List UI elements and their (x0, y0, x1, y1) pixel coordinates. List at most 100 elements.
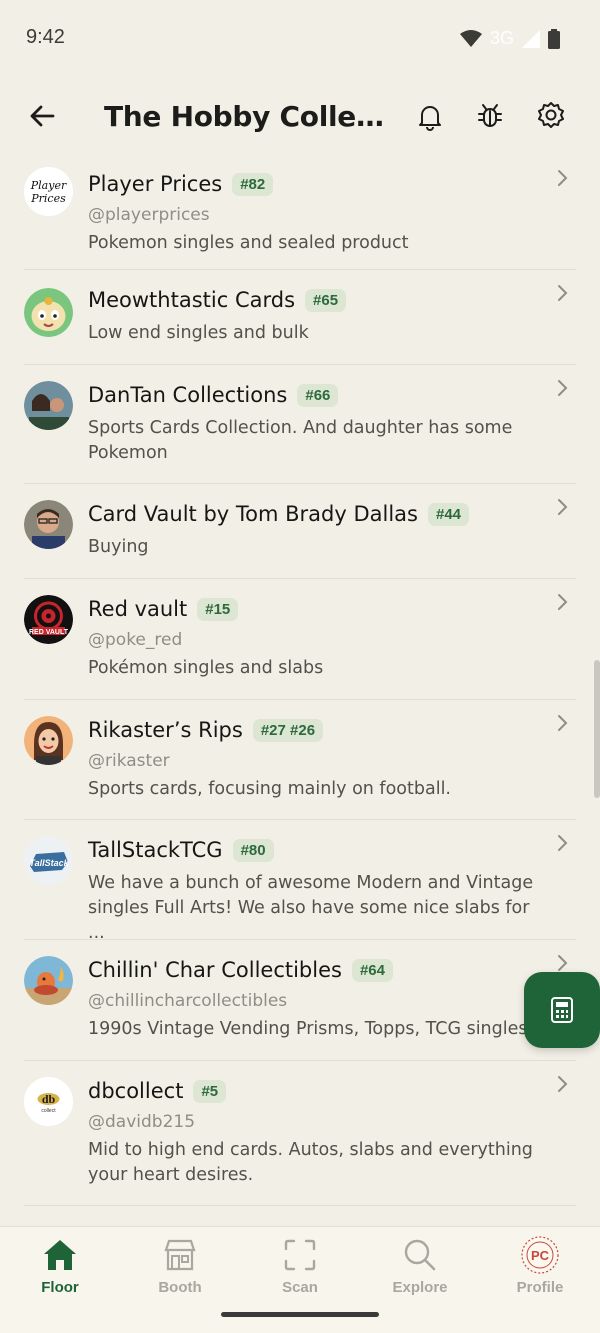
item-handle: @playerprices (88, 205, 210, 225)
list-item[interactable]: DanTan Collections #66 Sports Cards Colle… (24, 365, 576, 484)
booth-badge: #82 (232, 172, 274, 196)
meowth-avatar (24, 288, 73, 337)
booth-badge: #27 #26 (252, 718, 324, 742)
bell-icon (419, 106, 441, 131)
nav-scan[interactable]: Scan (240, 1235, 360, 1305)
list-item[interactable]: Player Prices Player Prices #82 @playerpri… (24, 156, 576, 270)
booth-badge: #15 (197, 597, 239, 621)
scan-icon (284, 1239, 316, 1271)
svg-text:TallStack: TallStack (29, 858, 69, 868)
item-name: Red vault (88, 597, 188, 621)
item-name: DanTan Collections (88, 383, 288, 407)
item-name: Card Vault by Tom Brady Dallas (88, 502, 418, 526)
calculator-icon (551, 997, 573, 1023)
svg-text:Player: Player (30, 179, 67, 192)
item-description: Mid to high end cards. Autos, slabs and … (88, 1140, 533, 1185)
list-item[interactable]: Card Vault by Tom Brady Dallas #44 Buying (24, 484, 576, 579)
booth-badge: #80 (232, 838, 274, 862)
tallstack-avatar: TallStack (24, 836, 73, 885)
battery-icon (548, 28, 560, 49)
notifications-button[interactable] (412, 98, 448, 134)
chevron-right-icon (558, 285, 568, 301)
chevron-right-icon (558, 1076, 568, 1092)
nav-booth[interactable]: Booth (120, 1235, 240, 1305)
item-name: Player Prices (88, 172, 223, 196)
settings-button[interactable] (533, 98, 569, 134)
store-icon (164, 1239, 196, 1271)
card-vault-avatar (24, 500, 73, 549)
svg-text:RED VAULT: RED VAULT (29, 629, 69, 636)
app-bar: The Hobby Collector... (0, 86, 600, 148)
bug-icon (478, 104, 502, 127)
list-item[interactable]: Meowthtastic Cards #65 Low end singles an… (24, 270, 576, 365)
item-handle: @davidb215 (88, 1112, 196, 1132)
chevron-right-icon (558, 499, 568, 515)
list-item[interactable]: Chillin' Char Collectibles #64 @chillinch… (24, 940, 576, 1061)
charmander-avatar (24, 956, 73, 1005)
chevron-right-icon (558, 955, 568, 971)
item-handle: @rikaster (88, 751, 170, 771)
signal-icon (522, 29, 540, 48)
dbcollect-avatar: db collect (24, 1077, 73, 1126)
page-title: The Hobby Collector... (104, 100, 400, 133)
nav-explore[interactable]: Explore (360, 1235, 480, 1305)
player-prices-avatar: Player Prices (24, 167, 73, 216)
svg-text:Prices: Prices (30, 192, 66, 205)
item-description: Pokemon singles and sealed product (88, 233, 409, 253)
home-icon (44, 1240, 76, 1270)
list-item[interactable]: RED VAULT Red vault #15 @poke_red Pokémon… (24, 579, 576, 700)
gear-icon (538, 102, 564, 128)
nav-label: Scan (282, 1279, 318, 1296)
item-name: Chillin' Char Collectibles (88, 958, 342, 982)
item-description: 1990s Vintage Vending Prisms, Topps, TCG… (88, 1019, 528, 1039)
item-description: Sports cards, focusing mainly on footbal… (88, 779, 451, 799)
scrollbar[interactable] (594, 660, 600, 798)
booth-badge: #66 (297, 383, 339, 407)
item-name: Meowthtastic Cards (88, 288, 296, 312)
wifi-icon (459, 29, 482, 47)
nav-floor[interactable]: Floor (0, 1235, 120, 1305)
calculator-button[interactable] (524, 972, 600, 1048)
status-bar: 9:42 3G (0, 0, 600, 78)
back-button[interactable] (22, 96, 62, 136)
item-handle: @chillincharcollectibles (88, 991, 288, 1011)
network-type: 3G (489, 28, 514, 48)
item-description: Buying (88, 537, 149, 557)
nav-label: Floor (41, 1279, 79, 1296)
booth-badge: #65 (305, 288, 347, 312)
nav-label: Explore (392, 1279, 448, 1296)
search-icon (404, 1239, 436, 1271)
nav-profile[interactable]: PC Profile (480, 1235, 600, 1305)
status-time: 9:42 (26, 26, 65, 48)
chevron-right-icon (558, 835, 568, 851)
arrow-left-icon (30, 105, 55, 127)
bug-report-button[interactable] (472, 98, 508, 134)
nav-label: Booth (158, 1279, 202, 1296)
list-item[interactable]: Rikaster’s Rips #27 #26 @rikaster Sports … (24, 700, 576, 820)
booth-badge: #44 (428, 502, 470, 526)
chevron-right-icon (558, 594, 568, 610)
dantan-avatar (24, 381, 73, 430)
item-description: We have a bunch of awesome Modern and Vi… (88, 873, 534, 943)
item-description: Pokémon singles and slabs (88, 658, 324, 678)
rikaster-avatar (24, 716, 73, 765)
booth-badge: #5 (193, 1079, 227, 1103)
item-handle: @poke_red (88, 630, 183, 650)
chevron-right-icon (558, 715, 568, 731)
item-name: Rikaster’s Rips (88, 718, 243, 742)
item-name: dbcollect (88, 1079, 184, 1103)
booth-badge: #64 (351, 958, 393, 982)
list-item[interactable]: TallStack TallStackTCG #80 We have a bunc… (24, 820, 576, 943)
item-name: TallStackTCG (88, 838, 223, 862)
chevron-right-icon (558, 380, 568, 396)
collector-list: Player Prices Player Prices #82 @playerpri… (0, 156, 600, 1226)
status-icons: 3G (459, 28, 560, 49)
home-indicator (221, 1312, 379, 1317)
profile-logo-icon: PC (521, 1236, 559, 1274)
nav-label: Profile (516, 1279, 564, 1296)
svg-text:db: db (42, 1092, 56, 1106)
list-item[interactable]: db collect dbcollect #5 @davidb215 Mid to … (24, 1061, 576, 1206)
svg-text:collect: collect (41, 1108, 56, 1114)
svg-text:PC: PC (531, 1248, 550, 1263)
red-vault-avatar: RED VAULT (24, 595, 73, 644)
